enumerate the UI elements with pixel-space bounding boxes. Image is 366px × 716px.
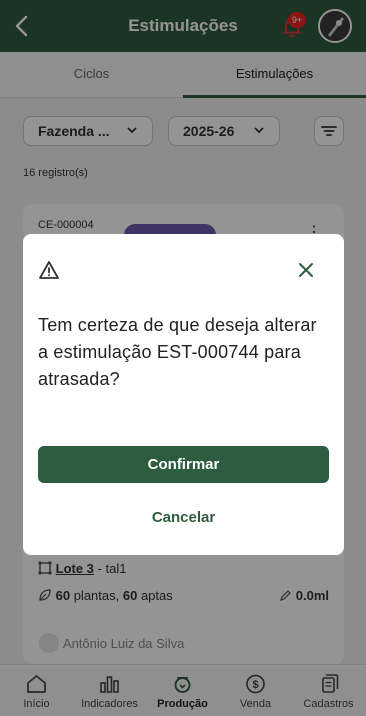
confirm-dialog: Tem certeza de que deseja alterar a esti… [23, 234, 344, 555]
confirm-button[interactable]: Confirmar [38, 446, 329, 483]
cancel-button[interactable]: Cancelar [38, 502, 329, 534]
warning-icon [38, 259, 60, 281]
close-icon[interactable] [297, 261, 315, 279]
dialog-message: Tem certeza de que deseja alterar a esti… [38, 315, 317, 389]
